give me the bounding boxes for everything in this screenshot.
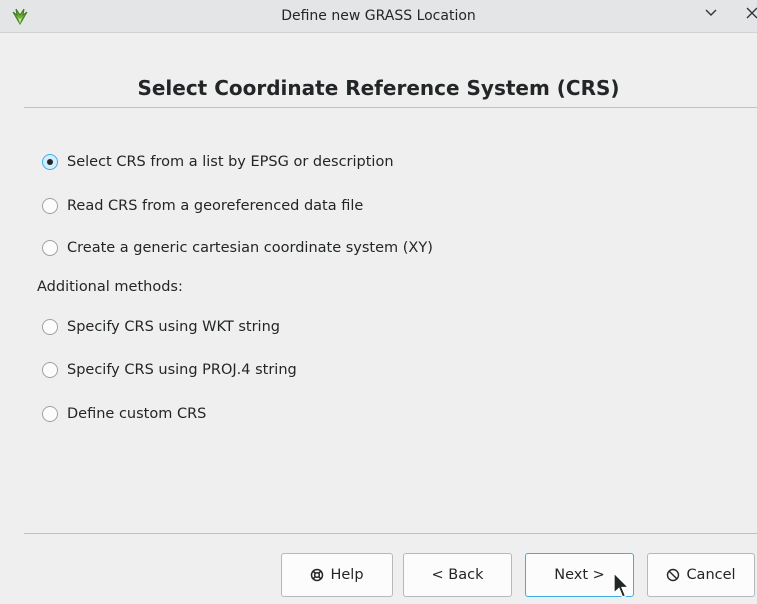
close-icon[interactable] xyxy=(743,6,757,24)
cancel-button-label: Cancel xyxy=(686,567,736,583)
radio-option-georeferenced-file[interactable]: Read CRS from a georeferenced data file xyxy=(42,195,363,217)
radio-option-label: Define custom CRS xyxy=(67,406,207,422)
cancel-icon xyxy=(666,568,680,582)
back-button-label: < Back xyxy=(431,567,484,583)
lifebuoy-icon xyxy=(310,568,324,582)
radio-button[interactable] xyxy=(42,362,58,378)
mouse-pointer-icon xyxy=(612,571,632,600)
page-title: Select Coordinate Reference System (CRS) xyxy=(137,76,620,100)
radio-option-label: Specify CRS using PROJ.4 string xyxy=(67,362,297,378)
help-button[interactable]: Help xyxy=(281,553,393,597)
next-button-label: Next > xyxy=(554,567,605,583)
radio-button-checked[interactable] xyxy=(42,154,58,170)
radio-button[interactable] xyxy=(42,406,58,422)
radio-option-custom[interactable]: Define custom CRS xyxy=(42,403,206,425)
radio-option-label: Create a generic cartesian coordinate sy… xyxy=(67,240,433,256)
bottom-divider xyxy=(24,533,757,534)
minimize-icon[interactable] xyxy=(702,6,720,24)
radio-button[interactable] xyxy=(42,319,58,335)
radio-option-label: Specify CRS using WKT string xyxy=(67,319,280,335)
radio-button[interactable] xyxy=(42,198,58,214)
help-button-label: Help xyxy=(330,567,364,583)
title-bar: Define new GRASS Location xyxy=(0,0,757,33)
radio-option-epsg[interactable]: Select CRS from a list by EPSG or descri… xyxy=(42,151,394,173)
top-divider xyxy=(24,107,757,108)
radio-option-generic-xy[interactable]: Create a generic cartesian coordinate sy… xyxy=(42,237,433,259)
radio-button[interactable] xyxy=(42,240,58,256)
additional-methods-label: Additional methods: xyxy=(37,279,183,295)
window-title: Define new GRASS Location xyxy=(281,8,476,24)
radio-option-proj4[interactable]: Specify CRS using PROJ.4 string xyxy=(42,359,297,381)
radio-option-wkt[interactable]: Specify CRS using WKT string xyxy=(42,316,280,338)
radio-option-label: Read CRS from a georeferenced data file xyxy=(67,198,364,214)
cancel-button[interactable]: Cancel xyxy=(647,553,755,597)
radio-option-label: Select CRS from a list by EPSG or descri… xyxy=(67,154,394,170)
back-button[interactable]: < Back xyxy=(403,553,512,597)
